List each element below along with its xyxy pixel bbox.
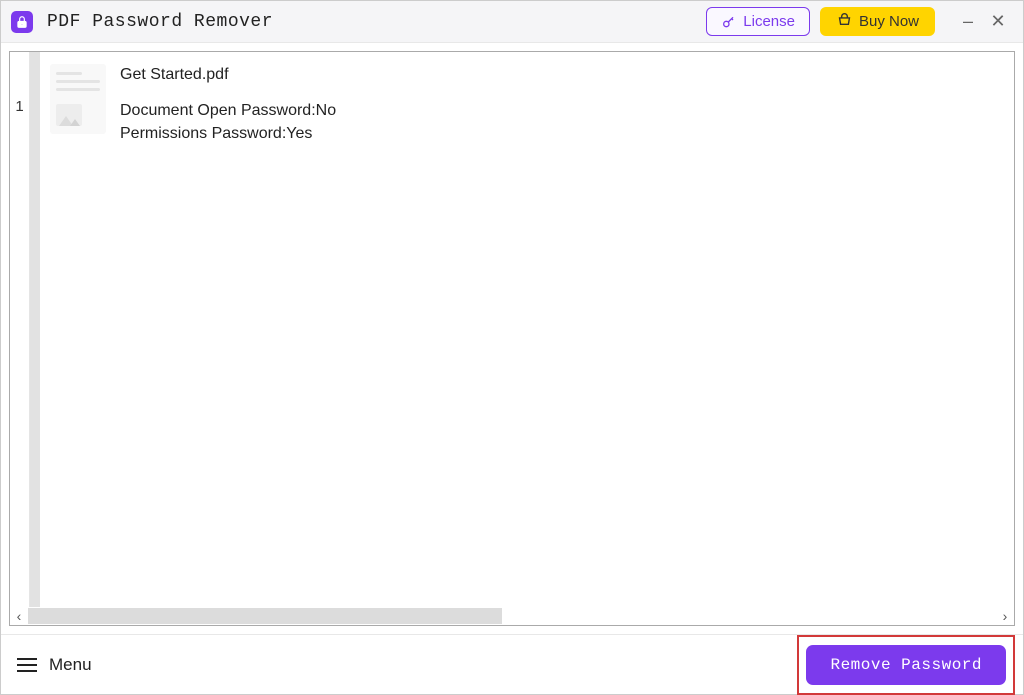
minimize-button[interactable]: – <box>953 7 983 37</box>
close-button[interactable]: ✕ <box>983 7 1013 37</box>
scrollbar-thumb[interactable] <box>28 608 502 624</box>
open-password-line: Document Open Password:No <box>120 100 336 122</box>
remove-password-highlight: Remove Password <box>797 635 1015 695</box>
content-area: 1 Get Started.pdf Document Open Password… <box>1 43 1023 634</box>
open-password-value: No <box>316 102 336 119</box>
permissions-password-line: Permissions Password:Yes <box>120 123 336 145</box>
scroll-right-icon[interactable]: › <box>996 608 1014 624</box>
file-thumbnail-icon <box>50 64 106 134</box>
file-name: Get Started.pdf <box>120 64 336 86</box>
permissions-password-value: Yes <box>286 125 312 142</box>
menu-button[interactable]: Menu <box>17 655 92 675</box>
bottombar: Menu Remove Password <box>1 634 1023 694</box>
license-button[interactable]: License <box>706 7 810 36</box>
hamburger-icon <box>17 658 37 672</box>
remove-password-button[interactable]: Remove Password <box>806 645 1006 685</box>
titlebar: PDF Password Remover License Buy Now – ✕ <box>1 1 1023 43</box>
app-title: PDF Password Remover <box>47 12 273 32</box>
file-info: Get Started.pdf Document Open Password:N… <box>120 64 336 145</box>
row-number-column: 1 <box>10 52 30 607</box>
file-row[interactable]: Get Started.pdf Document Open Password:N… <box>40 52 1014 157</box>
file-panel: 1 Get Started.pdf Document Open Password… <box>9 51 1015 626</box>
scroll-left-icon[interactable]: ‹ <box>10 608 28 624</box>
buy-now-button[interactable]: Buy Now <box>820 7 935 36</box>
file-rows: Get Started.pdf Document Open Password:N… <box>40 52 1014 607</box>
vertical-scrollbar[interactable] <box>30 52 40 607</box>
horizontal-scrollbar[interactable]: ‹ › <box>10 607 1014 625</box>
row-number: 1 <box>10 98 29 115</box>
scrollbar-track[interactable] <box>28 608 996 624</box>
key-icon <box>721 14 737 30</box>
cart-icon <box>836 13 853 30</box>
menu-label: Menu <box>49 655 92 675</box>
open-password-label: Document Open Password: <box>120 102 316 119</box>
app-icon <box>11 11 33 33</box>
buy-now-label: Buy Now <box>859 13 919 30</box>
file-list: 1 Get Started.pdf Document Open Password… <box>10 52 1014 607</box>
license-label: License <box>743 13 795 30</box>
permissions-password-label: Permissions Password: <box>120 125 286 142</box>
